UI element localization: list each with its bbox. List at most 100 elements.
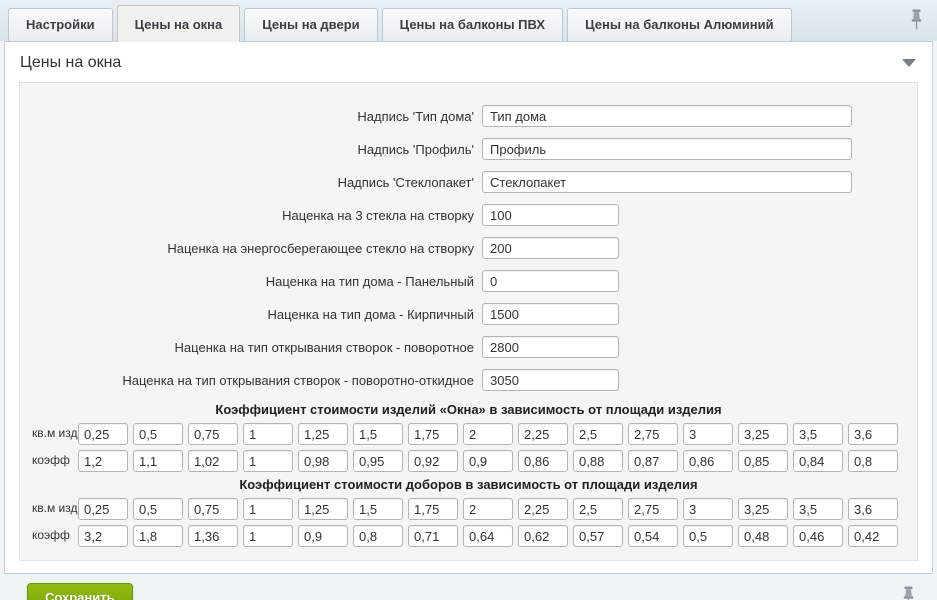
area-value-input[interactable] bbox=[353, 423, 403, 445]
coef-value-input[interactable] bbox=[298, 525, 348, 547]
coef-value-input[interactable] bbox=[683, 450, 733, 472]
coef-value-input[interactable] bbox=[793, 450, 843, 472]
coef-value-input[interactable] bbox=[463, 450, 513, 472]
coef-value-input[interactable] bbox=[408, 525, 458, 547]
coef-value-input[interactable] bbox=[133, 525, 183, 547]
area-value-input[interactable] bbox=[243, 498, 293, 520]
area-value-input[interactable] bbox=[133, 423, 183, 445]
tab-door-prices[interactable]: Цены на двери bbox=[244, 8, 377, 41]
window-coefficient-table: Коэффициент стоимости изделий «Окна» в з… bbox=[30, 402, 907, 472]
coef-value-input[interactable] bbox=[353, 450, 403, 472]
area-value-input[interactable] bbox=[243, 423, 293, 445]
area-value-input[interactable] bbox=[628, 498, 678, 520]
area-value-input[interactable] bbox=[463, 423, 513, 445]
area-value-input[interactable] bbox=[793, 423, 843, 445]
coef-value-input[interactable] bbox=[628, 525, 678, 547]
chevron-down-icon[interactable] bbox=[902, 59, 916, 67]
area-value-input[interactable] bbox=[683, 423, 733, 445]
form-row: Наценка на 3 стекла на створку bbox=[30, 204, 907, 226]
field-label: Надпись 'Стеклопакет' bbox=[30, 175, 482, 190]
table-row-label: коэфф bbox=[30, 454, 78, 468]
area-value-input[interactable] bbox=[683, 498, 733, 520]
coef-value-input[interactable] bbox=[738, 450, 788, 472]
form-row: Наценка на тип дома - Панельный bbox=[30, 270, 907, 292]
area-value-input[interactable] bbox=[133, 498, 183, 520]
tab-balcony-pvc-prices[interactable]: Цены на балконы ПВХ bbox=[382, 8, 563, 41]
form-row: Надпись 'Профиль' bbox=[30, 138, 907, 160]
coef-value-input[interactable] bbox=[78, 450, 128, 472]
markup-brick-house-input[interactable] bbox=[482, 303, 619, 325]
coef-value-input[interactable] bbox=[78, 525, 128, 547]
area-value-input[interactable] bbox=[738, 423, 788, 445]
coef-table-row: кв.м изд bbox=[30, 423, 907, 445]
area-value-input[interactable] bbox=[298, 498, 348, 520]
table-row-label: кв.м изд bbox=[30, 502, 78, 516]
pin-icon[interactable] bbox=[902, 586, 915, 600]
area-value-input[interactable] bbox=[408, 498, 458, 520]
markup-tilt-turn-opening-input[interactable] bbox=[482, 369, 619, 391]
area-value-input[interactable] bbox=[408, 423, 458, 445]
coef-value-input[interactable] bbox=[738, 525, 788, 547]
markup-3-glass-input[interactable] bbox=[482, 204, 619, 226]
form-row: Наценка на тип открывания створок - пово… bbox=[30, 336, 907, 358]
area-value-input[interactable] bbox=[463, 498, 513, 520]
area-value-input[interactable] bbox=[573, 423, 623, 445]
coef-value-input[interactable] bbox=[573, 525, 623, 547]
area-value-input[interactable] bbox=[518, 423, 568, 445]
tab-window-prices[interactable]: Цены на окна bbox=[117, 5, 241, 42]
coef-value-input[interactable] bbox=[463, 525, 513, 547]
coef-value-input[interactable] bbox=[243, 450, 293, 472]
area-value-input[interactable] bbox=[298, 423, 348, 445]
label-house-type-input[interactable] bbox=[482, 105, 852, 127]
coef-value-input[interactable] bbox=[793, 525, 843, 547]
form-row: Наценка на энергосберегающее стекло на с… bbox=[30, 237, 907, 259]
area-value-input[interactable] bbox=[353, 498, 403, 520]
area-value-input[interactable] bbox=[518, 498, 568, 520]
coef-value-input[interactable] bbox=[133, 450, 183, 472]
coef-table-row: кв.м изд bbox=[30, 498, 907, 520]
coef-value-input[interactable] bbox=[573, 450, 623, 472]
coef-value-input[interactable] bbox=[243, 525, 293, 547]
coef-value-input[interactable] bbox=[353, 525, 403, 547]
coef-value-input[interactable] bbox=[518, 450, 568, 472]
table-title: Коэффициент стоимости изделий «Окна» в з… bbox=[30, 402, 907, 417]
label-glazing-input[interactable] bbox=[482, 171, 852, 193]
area-value-input[interactable] bbox=[78, 498, 128, 520]
form-row: Надпись 'Стеклопакет' bbox=[30, 171, 907, 193]
markup-panel-house-input[interactable] bbox=[482, 270, 619, 292]
form-row: Наценка на тип дома - Кирпичный bbox=[30, 303, 907, 325]
field-label: Наценка на тип дома - Кирпичный bbox=[30, 307, 482, 322]
coef-table-row: коэфф bbox=[30, 450, 907, 472]
tab-bar: Настройки Цены на окна Цены на двери Цен… bbox=[0, 0, 937, 41]
coef-value-input[interactable] bbox=[628, 450, 678, 472]
coef-value-input[interactable] bbox=[683, 525, 733, 547]
coef-value-input[interactable] bbox=[188, 525, 238, 547]
coef-value-input[interactable] bbox=[298, 450, 348, 472]
area-value-input[interactable] bbox=[848, 498, 898, 520]
tab-settings[interactable]: Настройки bbox=[8, 8, 113, 41]
coef-value-input[interactable] bbox=[188, 450, 238, 472]
area-value-input[interactable] bbox=[78, 423, 128, 445]
coef-value-input[interactable] bbox=[848, 450, 898, 472]
footer: Сохранить bbox=[0, 574, 937, 600]
area-value-input[interactable] bbox=[848, 423, 898, 445]
markup-energy-glass-input[interactable] bbox=[482, 237, 619, 259]
area-value-input[interactable] bbox=[738, 498, 788, 520]
field-label: Надпись 'Тип дома' bbox=[30, 109, 482, 124]
coef-value-input[interactable] bbox=[848, 525, 898, 547]
content-panel: Цены на окна Надпись 'Тип дома' Надпись … bbox=[4, 41, 933, 574]
coef-value-input[interactable] bbox=[518, 525, 568, 547]
area-value-input[interactable] bbox=[573, 498, 623, 520]
field-label: Наценка на энергосберегающее стекло на с… bbox=[30, 241, 482, 256]
markup-turn-opening-input[interactable] bbox=[482, 336, 619, 358]
area-value-input[interactable] bbox=[188, 423, 238, 445]
pin-icon[interactable] bbox=[910, 9, 923, 33]
coef-table-row: коэфф bbox=[30, 525, 907, 547]
area-value-input[interactable] bbox=[793, 498, 843, 520]
label-profile-input[interactable] bbox=[482, 138, 852, 160]
area-value-input[interactable] bbox=[188, 498, 238, 520]
save-button[interactable]: Сохранить bbox=[27, 583, 133, 600]
coef-value-input[interactable] bbox=[408, 450, 458, 472]
area-value-input[interactable] bbox=[628, 423, 678, 445]
tab-balcony-alu-prices[interactable]: Цены на балконы Алюминий bbox=[567, 8, 792, 41]
